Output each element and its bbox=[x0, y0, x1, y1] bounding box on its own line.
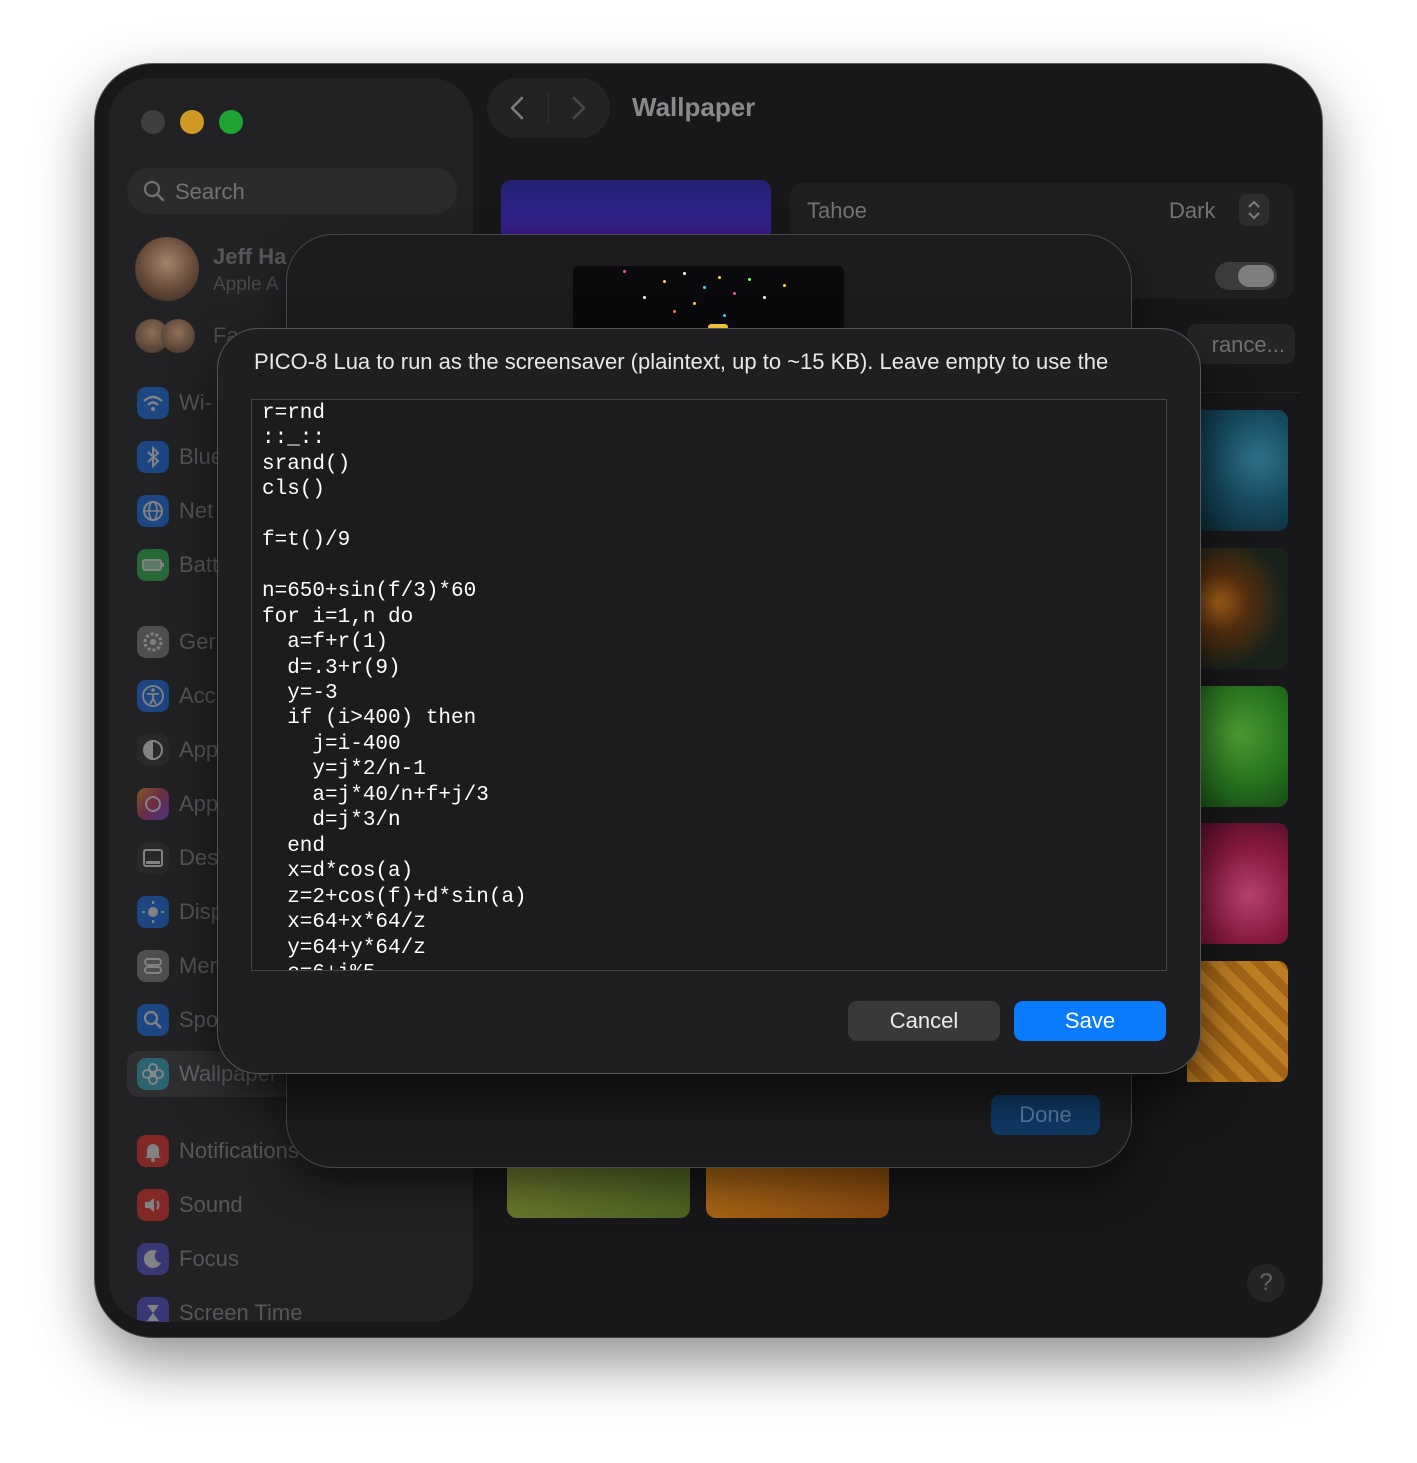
done-button[interactable]: Done bbox=[991, 1095, 1100, 1135]
lua-code-text: r=rnd ::_:: srand() cls() f=t()/9 n=650+… bbox=[262, 402, 527, 970]
cancel-button[interactable]: Cancel bbox=[848, 1001, 1000, 1041]
lua-code-textarea[interactable]: r=rnd ::_:: srand() cls() f=t()/9 n=650+… bbox=[251, 399, 1167, 971]
dialog-prompt: PICO-8 Lua to run as the screensaver (pl… bbox=[254, 349, 1109, 374]
screensaver-preview bbox=[573, 266, 844, 336]
save-button[interactable]: Save bbox=[1014, 1001, 1166, 1041]
system-settings-window: Search Jeff Ha Apple A Fa Wi- Blue Net B… bbox=[95, 64, 1322, 1337]
lua-code-dialog: PICO-8 Lua to run as the screensaver (pl… bbox=[218, 329, 1200, 1073]
